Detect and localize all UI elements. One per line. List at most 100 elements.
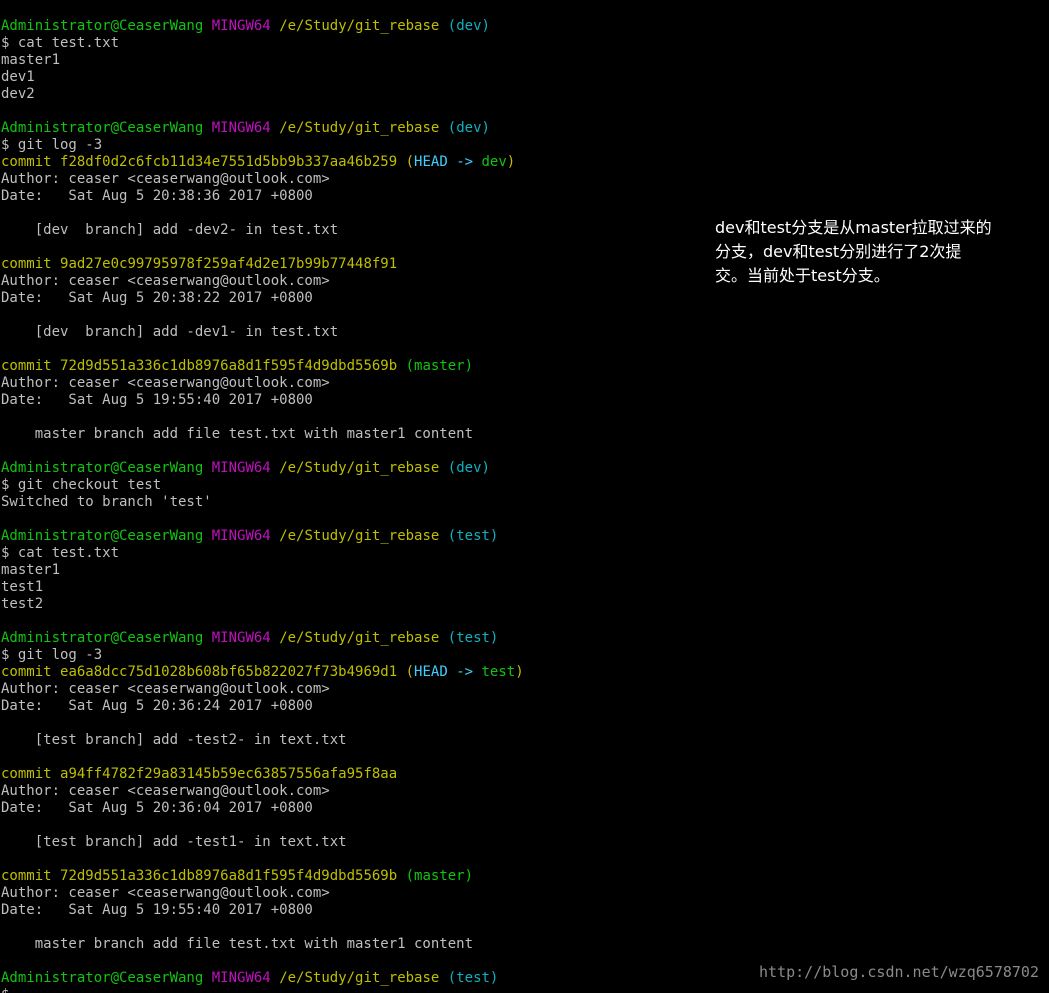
- commit-message: [test branch] add -test2- in text.txt: [1, 732, 347, 748]
- prompt-line: Administrator@CeaserWang MINGW64 /e/Stud…: [1, 970, 701, 987]
- commit-hash: 72d9d551a336c1db8976a8d1f595f4d9dbd5569b: [60, 358, 398, 374]
- author-line: Author: ceaser <ceaserwang@outlook.com>: [1, 273, 330, 289]
- prompt-env: MINGW64: [211, 970, 271, 986]
- prompt-env: MINGW64: [211, 18, 271, 34]
- commit-hash: f28df0d2c6fcb11d34e7551d5bb9b337aa46b259: [60, 154, 398, 170]
- commit-message: [dev branch] add -dev1- in test.txt: [1, 324, 339, 340]
- commit-line: commit 72d9d551a336c1db8976a8d1f595f4d9d…: [1, 358, 474, 374]
- prompt-path: /e/Study/git_rebase: [279, 528, 440, 544]
- prompt-branch: (test): [447, 970, 499, 986]
- commit-line: commit f28df0d2c6fcb11d34e7551d5bb9b337a…: [1, 154, 516, 170]
- annotation-note: dev和test分支是从master拉取过来的 分支，dev和test分别进行了…: [715, 216, 1045, 288]
- prompt-user: Administrator@CeaserWang: [1, 18, 204, 34]
- date-line: Date: Sat Aug 5 19:55:40 2017 +0800: [1, 902, 313, 918]
- prompt-line: Administrator@CeaserWang MINGW64 /e/Stud…: [1, 120, 701, 137]
- prompt-branch: (dev): [447, 18, 490, 34]
- commit-message: master branch add file test.txt with mas…: [1, 936, 474, 952]
- prompt-path: /e/Study/git_rebase: [279, 120, 440, 136]
- prompt-line: Administrator@CeaserWang MINGW64 /e/Stud…: [1, 528, 701, 545]
- commit-hash: 72d9d551a336c1db8976a8d1f595f4d9dbd5569b: [60, 868, 398, 884]
- commit-hash: ea6a8dcc75d1028b608bf65b822027f73b4969d1: [60, 664, 398, 680]
- output-line: test1: [1, 579, 44, 595]
- prompt-path: /e/Study/git_rebase: [279, 630, 440, 646]
- commit-hash: 9ad27e0c99795978f259af4d2e17b99b77448f91: [60, 256, 398, 272]
- prompt-user: Administrator@CeaserWang: [1, 970, 204, 986]
- author-line: Author: ceaser <ceaserwang@outlook.com>: [1, 885, 330, 901]
- prompt-user: Administrator@CeaserWang: [1, 120, 204, 136]
- prompt-env: MINGW64: [211, 120, 271, 136]
- branch-ref: (master): [405, 358, 474, 374]
- commit-line: commit 72d9d551a336c1db8976a8d1f595f4d9d…: [1, 868, 474, 884]
- branch-ref: dev: [481, 154, 507, 170]
- output-line: master1: [1, 52, 61, 68]
- output-line: test2: [1, 596, 44, 612]
- commit-message: master branch add file test.txt with mas…: [1, 426, 474, 442]
- date-line: Date: Sat Aug 5 20:38:36 2017 +0800: [1, 188, 313, 204]
- terminal-output: Administrator@CeaserWang MINGW64 /e/Stud…: [1, 18, 701, 993]
- prompt-branch: (test): [447, 630, 499, 646]
- commit-line: commit 9ad27e0c99795978f259af4d2e17b99b7…: [1, 256, 398, 272]
- prompt-env: MINGW64: [211, 528, 271, 544]
- prompt-path: /e/Study/git_rebase: [279, 18, 440, 34]
- command-line: $ git checkout test: [1, 477, 162, 493]
- date-line: Date: Sat Aug 5 20:36:04 2017 +0800: [1, 800, 313, 816]
- command-line: $ git log -3: [1, 137, 103, 153]
- command-line: $ cat test.txt: [1, 545, 120, 561]
- command-line: $ git log -3: [1, 647, 103, 663]
- output-line: Switched to branch 'test': [1, 494, 212, 510]
- head-ref: HEAD: [414, 664, 448, 680]
- annotation-line: 分支，dev和test分别进行了2次提: [715, 242, 962, 261]
- prompt-branch: (dev): [447, 120, 490, 136]
- prompt-path: /e/Study/git_rebase: [279, 460, 440, 476]
- date-line: Date: Sat Aug 5 20:36:24 2017 +0800: [1, 698, 313, 714]
- commit-hash: a94ff4782f29a83145b59ec63857556afa95f8aa: [60, 766, 398, 782]
- date-line: Date: Sat Aug 5 19:55:40 2017 +0800: [1, 392, 313, 408]
- author-line: Author: ceaser <ceaserwang@outlook.com>: [1, 375, 330, 391]
- author-line: Author: ceaser <ceaserwang@outlook.com>: [1, 681, 330, 697]
- watermark: http://blog.csdn.net/wzq6578702: [759, 963, 1039, 981]
- commit-message: [dev branch] add -dev2- in test.txt: [1, 222, 339, 238]
- date-line: Date: Sat Aug 5 20:38:22 2017 +0800: [1, 290, 313, 306]
- commit-line: commit a94ff4782f29a83145b59ec63857556af…: [1, 766, 398, 782]
- prompt-env: MINGW64: [211, 460, 271, 476]
- prompt-branch: (test): [447, 528, 499, 544]
- prompt-user: Administrator@CeaserWang: [1, 630, 204, 646]
- prompt-line: Administrator@CeaserWang MINGW64 /e/Stud…: [1, 630, 701, 647]
- prompt-user: Administrator@CeaserWang: [1, 528, 204, 544]
- prompt-line: Administrator@CeaserWang MINGW64 /e/Stud…: [1, 18, 701, 35]
- command-input-line[interactable]: $: [1, 987, 701, 993]
- head-ref: HEAD: [414, 154, 448, 170]
- branch-ref: test: [481, 664, 516, 680]
- output-line: dev1: [1, 69, 35, 85]
- prompt-line: Administrator@CeaserWang MINGW64 /e/Stud…: [1, 460, 701, 477]
- command-line: $ cat test.txt: [1, 35, 120, 51]
- prompt-path: /e/Study/git_rebase: [279, 970, 440, 986]
- prompt-branch: (dev): [447, 460, 490, 476]
- author-line: Author: ceaser <ceaserwang@outlook.com>: [1, 783, 330, 799]
- commit-message: [test branch] add -test1- in text.txt: [1, 834, 347, 850]
- terminal-window[interactable]: Administrator@CeaserWang MINGW64 /e/Stud…: [0, 0, 1049, 993]
- author-line: Author: ceaser <ceaserwang@outlook.com>: [1, 171, 330, 187]
- branch-ref: (master): [405, 868, 474, 884]
- prompt-env: MINGW64: [211, 630, 271, 646]
- commit-line: commit ea6a8dcc75d1028b608bf65b822027f73…: [1, 664, 524, 680]
- annotation-line: 交。当前处于test分支。: [715, 266, 890, 285]
- output-line: master1: [1, 562, 61, 578]
- annotation-line: dev和test分支是从master拉取过来的: [715, 218, 992, 237]
- output-line: dev2: [1, 86, 35, 102]
